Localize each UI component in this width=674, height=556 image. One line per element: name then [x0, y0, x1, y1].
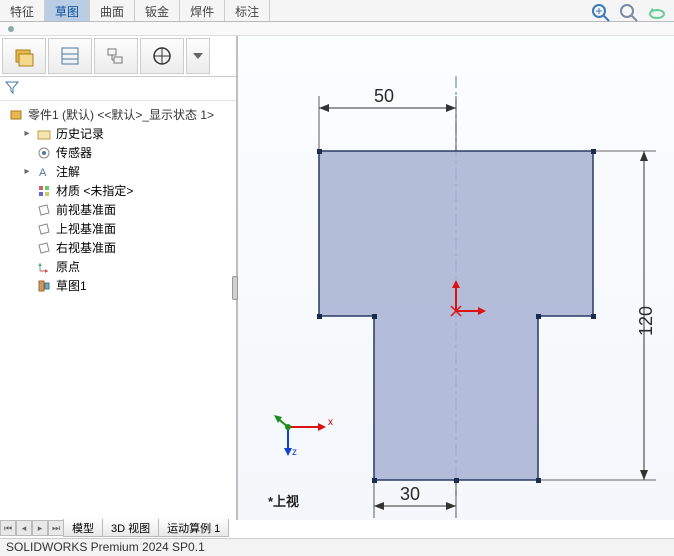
- zoom-window-icon[interactable]: [618, 2, 640, 27]
- tab-scroll-prev[interactable]: ◂: [16, 520, 32, 536]
- tab-scroll-first[interactable]: ⏮: [0, 520, 16, 536]
- tab-sketch[interactable]: 草图: [45, 0, 90, 21]
- dim-value: 30: [400, 484, 420, 504]
- tree-top-plane[interactable]: 上视基准面: [4, 219, 232, 238]
- tree-sketch1[interactable]: 草图1: [4, 276, 232, 295]
- tree-history[interactable]: ▸ 历史记录: [4, 124, 232, 143]
- tree-label: 材质 <未指定>: [56, 182, 133, 199]
- tree-label: 草图1: [56, 277, 87, 294]
- tree-material[interactable]: 材质 <未指定>: [4, 181, 232, 200]
- tree-root-part[interactable]: 零件1 (默认) <<默认>_显示状态 1>: [4, 105, 232, 124]
- tree-label: 历史记录: [56, 125, 104, 142]
- axis-x-label: x: [328, 417, 333, 428]
- tree-label: 右视基准面: [56, 239, 116, 256]
- tab-annotations[interactable]: 标注: [225, 0, 270, 21]
- panel-tab-strip: [0, 36, 236, 77]
- tree-front-plane[interactable]: 前视基准面: [4, 200, 232, 219]
- feature-manager-panel: 零件1 (默认) <<默认>_显示状态 1> ▸ 历史记录 传感器 ▸ A 注解: [0, 36, 238, 520]
- tree-right-plane[interactable]: 右视基准面: [4, 238, 232, 257]
- feature-manager-tab[interactable]: [2, 38, 46, 74]
- command-manager-tabs: 特征 草图 曲面 钣金 焊件 标注: [0, 0, 674, 22]
- panel-overflow[interactable]: [186, 38, 210, 74]
- tree-label: 前视基准面: [56, 201, 116, 218]
- tab-scroll-next[interactable]: ▸: [32, 520, 48, 536]
- dim-value: 50: [374, 86, 394, 106]
- svg-text:A: A: [39, 167, 47, 179]
- sensor-icon: [36, 145, 52, 161]
- zoom-to-fit-icon[interactable]: [590, 2, 612, 27]
- tree-origin[interactable]: 原点: [4, 257, 232, 276]
- current-view-label: *上视: [268, 491, 299, 510]
- tree-label: 注解: [56, 163, 80, 180]
- tab-scroll-last[interactable]: ⏭: [48, 520, 64, 536]
- tab-3dview[interactable]: 3D 视图: [102, 519, 159, 537]
- filter-icon[interactable]: [4, 79, 20, 98]
- tree-sensors[interactable]: 传感器: [4, 143, 232, 162]
- tree-root-label: 零件1 (默认) <<默认>_显示状态 1>: [28, 106, 214, 123]
- flyout-dot[interactable]: [8, 26, 14, 32]
- folder-icon: [36, 126, 52, 142]
- tab-features[interactable]: 特征: [0, 0, 45, 21]
- expander-icon[interactable]: ▸: [22, 166, 32, 177]
- tree-filter-bar: [0, 77, 236, 101]
- tab-motion-study[interactable]: 运动算例 1: [158, 519, 229, 537]
- plane-icon: [36, 221, 52, 237]
- tree-label: 原点: [56, 258, 80, 275]
- annotation-icon: A: [36, 164, 52, 180]
- dimxpert-manager-tab[interactable]: [140, 38, 184, 74]
- heads-up-view-toolbar: [590, 2, 668, 27]
- tree-label: 上视基准面: [56, 220, 116, 237]
- sketch-icon: [36, 278, 52, 294]
- status-bar: SOLIDWORKS Premium 2024 SP0.1: [0, 538, 674, 556]
- configuration-manager-tab[interactable]: [94, 38, 138, 74]
- sketch-profile[interactable]: [319, 151, 593, 480]
- tab-sheetmetal[interactable]: 钣金: [135, 0, 180, 21]
- origin-icon: [36, 259, 52, 275]
- tab-surfaces[interactable]: 曲面: [90, 0, 135, 21]
- tree-annotations[interactable]: ▸ A 注解: [4, 162, 232, 181]
- plane-icon: [36, 202, 52, 218]
- model-view-tabs: ⏮ ◂ ▸ ⏭ 模型 3D 视图 运动算例 1: [0, 518, 229, 538]
- axis-z-label: z: [292, 447, 297, 457]
- sub-toolbar: [0, 22, 674, 36]
- dimension-bottom-width[interactable]: 30: [374, 480, 456, 518]
- feature-tree: 零件1 (默认) <<默认>_显示状态 1> ▸ 历史记录 传感器 ▸ A 注解: [0, 101, 236, 520]
- material-icon: [36, 183, 52, 199]
- rotate-view-icon[interactable]: [646, 2, 668, 27]
- property-manager-tab[interactable]: [48, 38, 92, 74]
- part-icon: [8, 107, 24, 123]
- dim-value: 120: [636, 306, 656, 336]
- tab-weldments[interactable]: 焊件: [180, 0, 225, 21]
- status-version: SOLIDWORKS Premium 2024 SP0.1: [6, 540, 205, 554]
- plane-icon: [36, 240, 52, 256]
- dimension-top-width[interactable]: 50: [319, 86, 456, 151]
- graphics-area[interactable]: 50 120 30: [238, 36, 674, 520]
- view-triad[interactable]: x z: [268, 387, 338, 460]
- tab-model[interactable]: 模型: [63, 519, 103, 537]
- expander-icon[interactable]: ▸: [22, 128, 32, 139]
- tree-label: 传感器: [56, 144, 92, 161]
